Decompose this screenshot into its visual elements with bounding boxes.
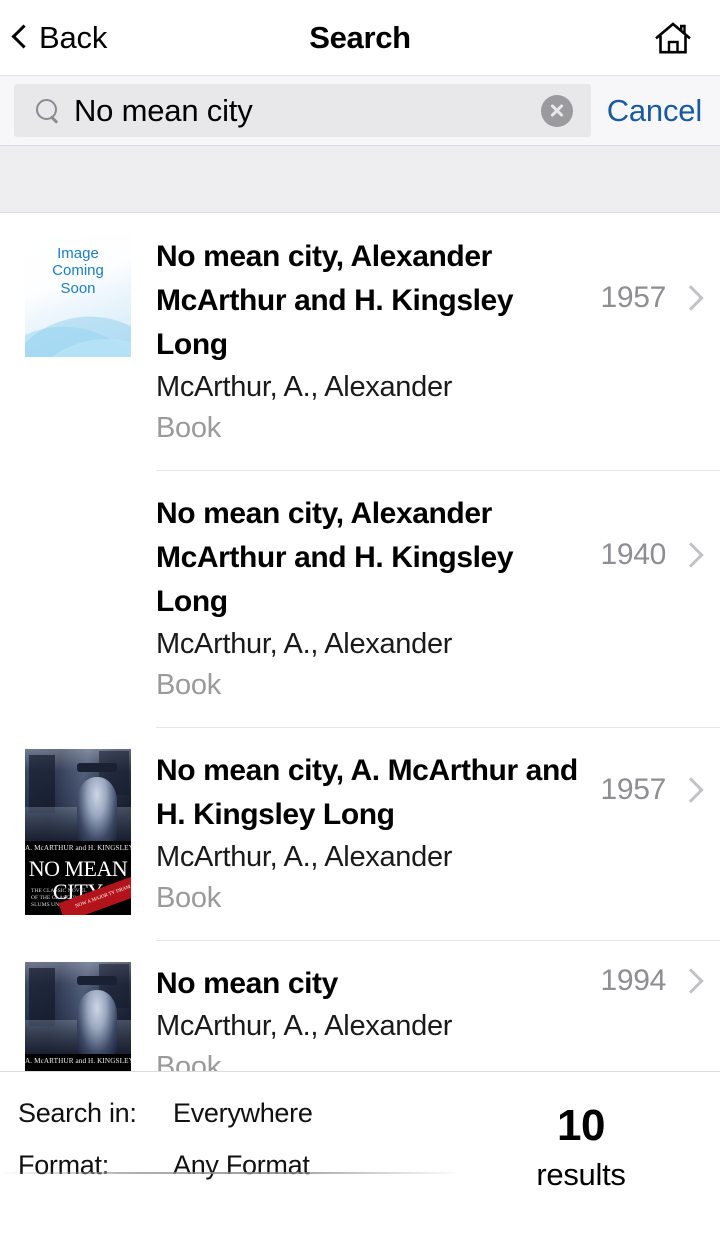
- thumbnail-cell: A. McARTHUR and H. KINGSLEY LONG NO MEAN…: [0, 940, 156, 1071]
- result-meta: 1957: [600, 749, 720, 807]
- chevron-right-icon[interactable]: [682, 967, 698, 995]
- search-input[interactable]: No mean city: [14, 84, 591, 137]
- result-meta: 1940: [600, 492, 720, 572]
- results-count: 10: [557, 1101, 605, 1150]
- cover-title: NO MEAN CITY THE CLASSIC NOVEL OF THE GL…: [25, 855, 131, 915]
- search-results-screen: Back Search No mean city Cancel Image Co…: [0, 0, 720, 1245]
- thumbnail-cell: Image Coming Soon: [0, 213, 156, 401]
- format-row[interactable]: Format: Any Format: [18, 1150, 470, 1202]
- home-icon: [655, 21, 691, 53]
- back-button[interactable]: Back: [0, 20, 107, 56]
- placeholder-line-1: Image: [57, 245, 99, 262]
- page-title: Search: [309, 19, 411, 55]
- search-bar: No mean city Cancel: [0, 76, 720, 145]
- home-button[interactable]: [654, 21, 720, 55]
- result-row[interactable]: A. McARTHUR and H. KINGSLEY LONG NO MEAN…: [0, 940, 720, 1072]
- result-year: 1994: [600, 964, 666, 997]
- result-title: No mean city, Alexander McArthur and H. …: [156, 240, 514, 361]
- result-row[interactable]: No mean city, Alexander McArthur and H. …: [0, 470, 720, 727]
- result-title: No mean city: [156, 967, 338, 1000]
- image-coming-soon-placeholder: Image Coming Soon: [25, 235, 131, 357]
- book-thumbnail: Image Coming Soon: [25, 235, 131, 401]
- result-row-content: No mean city, Alexander McArthur and H. …: [156, 213, 720, 470]
- placeholder-line-3: Soon: [60, 279, 96, 297]
- result-format: Book: [156, 882, 221, 914]
- clear-search-icon[interactable]: [540, 94, 573, 127]
- result-row[interactable]: A. McARTHUR and H. KINGSLEY LONG NO MEAN…: [0, 727, 720, 940]
- result-text-block: No mean city, Alexander McArthur and H. …: [156, 492, 600, 705]
- result-text-block: No mean city, A. McArthur and H. Kingsle…: [156, 749, 600, 918]
- cover-title-line-1: NO MEAN: [28, 856, 128, 881]
- scope-bar: [0, 145, 720, 213]
- thumbnail-cell: A. McARTHUR and H. KINGSLEY LONG NO MEAN…: [0, 727, 156, 915]
- cover-photo: [25, 962, 131, 1054]
- placeholder-line-2: Coming: [52, 262, 104, 280]
- result-author: McArthur, A., Alexander: [156, 841, 453, 873]
- search-options: Search in: Everywhere Format: Any Format: [0, 1098, 470, 1202]
- result-row[interactable]: Image Coming Soon No mean city, Alexande…: [0, 213, 720, 470]
- search-options-footer: Search in: Everywhere Format: Any Format…: [0, 1072, 720, 1245]
- result-meta: 1994: [600, 962, 720, 998]
- cancel-button[interactable]: Cancel: [591, 93, 712, 129]
- format-label: Format:: [18, 1150, 109, 1180]
- search-icon: [36, 98, 62, 124]
- chevron-left-icon: [12, 23, 29, 53]
- book-cover-image: A. McARTHUR and H. KINGSLEY LONG NO MEAN…: [25, 749, 131, 915]
- navigation-bar: Back Search: [0, 0, 720, 76]
- result-text-block: No mean city, Alexander McArthur and H. …: [156, 235, 600, 448]
- search-in-value[interactable]: Everywhere: [173, 1098, 313, 1129]
- result-author: McArthur, A., Alexander: [156, 1010, 453, 1042]
- results-count-block: 10 results: [470, 1098, 720, 1198]
- results-list[interactable]: Image Coming Soon No mean city, Alexande…: [0, 213, 720, 1072]
- book-thumbnail: A. McARTHUR and H. KINGSLEY LONG NO MEAN…: [25, 962, 131, 1071]
- book-cover-image: A. McARTHUR and H. KINGSLEY LONG NO MEAN…: [25, 962, 131, 1071]
- chevron-right-icon[interactable]: [682, 776, 698, 804]
- result-row-content: No mean city McArthur, A., Alexander Boo…: [156, 940, 720, 1072]
- result-title: No mean city, Alexander McArthur and H. …: [156, 497, 514, 618]
- result-text-block: No mean city McArthur, A., Alexander Boo…: [156, 962, 600, 1072]
- result-title: No mean city, A. McArthur and H. Kingsle…: [156, 754, 578, 831]
- search-input-value: No mean city: [74, 92, 253, 128]
- result-year: 1940: [600, 538, 666, 571]
- result-year: 1957: [600, 773, 666, 806]
- book-thumbnail: A. McARTHUR and H. KINGSLEY LONG NO MEAN…: [25, 749, 131, 915]
- footer-divider: [0, 1172, 462, 1174]
- result-format: Book: [156, 412, 221, 444]
- thumbnail-cell: [0, 470, 156, 658]
- back-button-label: Back: [39, 19, 108, 55]
- cover-photo: [25, 749, 131, 841]
- result-row-content: No mean city, A. McArthur and H. Kingsle…: [156, 727, 720, 940]
- result-meta: 1957: [600, 235, 720, 315]
- result-format: Book: [156, 669, 221, 701]
- search-in-label: Search in:: [18, 1098, 137, 1128]
- search-in-row[interactable]: Search in: Everywhere: [18, 1098, 470, 1150]
- cover-authors: A. McARTHUR and H. KINGSLEY LONG: [25, 1054, 131, 1068]
- chevron-right-icon[interactable]: [682, 541, 698, 569]
- result-format: Book: [156, 1051, 221, 1072]
- format-value[interactable]: Any Format: [173, 1150, 310, 1181]
- chevron-right-icon[interactable]: [682, 284, 698, 312]
- cover-authors: A. McARTHUR and H. KINGSLEY LONG: [25, 841, 131, 855]
- result-year: 1957: [600, 281, 666, 314]
- result-row-content: No mean city, Alexander McArthur and H. …: [156, 470, 720, 727]
- result-author: McArthur, A., Alexander: [156, 371, 453, 403]
- results-label: results: [536, 1157, 626, 1192]
- result-author: McArthur, A., Alexander: [156, 628, 453, 660]
